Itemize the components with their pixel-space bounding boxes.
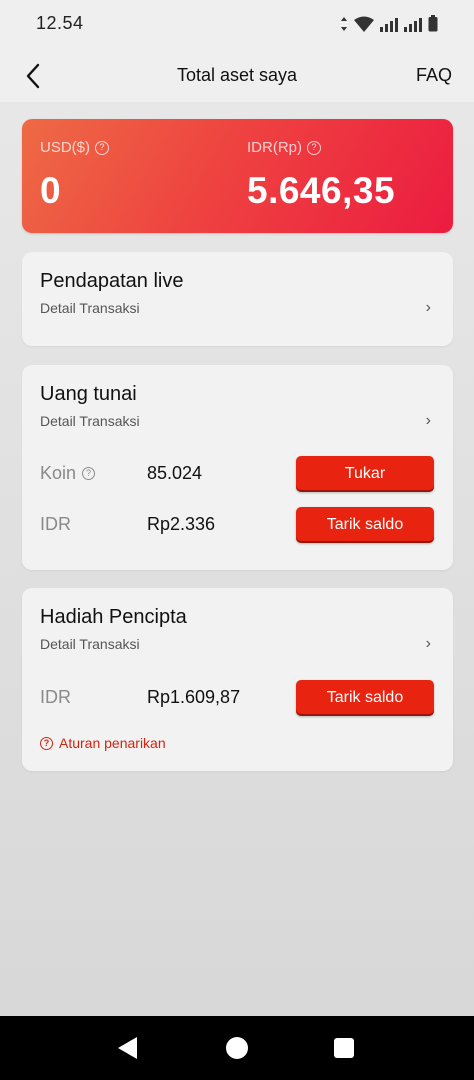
idr-value: 5.646,35 (247, 170, 396, 211)
creator-idr-label-text: IDR (40, 687, 71, 707)
creator-reward-card: Hadiah Pencipta Detail Transaksi › IDR R… (22, 588, 453, 771)
nav-back-icon[interactable] (118, 1037, 137, 1059)
cash-idr-label: IDR (40, 514, 71, 535)
cash-idr-label-text: IDR (40, 514, 71, 534)
chevron-right-icon[interactable]: › (426, 299, 431, 317)
signal-icon (380, 16, 398, 32)
status-icons (340, 14, 438, 32)
live-income-detail-link[interactable]: Detail Transaksi (40, 300, 140, 316)
nav-recents-icon[interactable] (334, 1038, 354, 1058)
creator-withdraw-button[interactable]: Tarik saldo (296, 680, 434, 716)
cash-title: Uang tunai (40, 383, 137, 405)
help-icon: ? (40, 736, 53, 750)
app-header: Total aset saya FAQ (0, 48, 474, 102)
creator-idr-label: IDR (40, 687, 71, 708)
chevron-right-icon[interactable]: › (426, 635, 431, 653)
exchange-button[interactable]: Tukar (296, 456, 434, 492)
idr-balance: IDR(Rp) ? 5.646,35 (247, 139, 395, 212)
withdraw-rules-label: Aturan penarikan (59, 735, 166, 751)
idr-label: IDR(Rp) (247, 139, 302, 156)
coin-value: 85.024 (147, 463, 203, 483)
screen: 12.54 Total aset saya FAQ USD($) ? 0 IDR… (0, 0, 474, 1080)
total-balance-card: USD($) ? 0 IDR(Rp) ? 5.646,35 (22, 119, 453, 233)
creator-reward-detail-link[interactable]: Detail Transaksi (40, 636, 140, 652)
creator-idr-value: Rp1.609,87 (147, 687, 241, 707)
wifi-icon (354, 16, 374, 32)
live-income-title: Pendapatan live (40, 270, 184, 292)
data-arrows-icon (341, 17, 347, 31)
live-income-card[interactable]: Pendapatan live Detail Transaksi › (22, 252, 453, 346)
cash-idr-value: Rp2.336 (147, 514, 216, 534)
usd-label-row: USD($) ? (40, 139, 110, 156)
usd-value: 0 (40, 170, 62, 211)
cash-detail-link[interactable]: Detail Transaksi (40, 413, 140, 429)
nav-home-icon[interactable] (226, 1037, 248, 1059)
creator-reward-title: Hadiah Pencipta (40, 606, 187, 628)
faq-button[interactable]: FAQ (416, 65, 452, 86)
usd-help-icon[interactable]: ? (95, 140, 110, 155)
status-bar: 12.54 (0, 0, 474, 48)
cash-card: Uang tunai Detail Transaksi › Koin ? 85.… (22, 365, 453, 570)
cash-withdraw-button[interactable]: Tarik saldo (296, 507, 434, 543)
system-nav-bar (0, 1016, 474, 1080)
coin-label: Koin (40, 463, 77, 483)
chevron-right-icon[interactable]: › (426, 412, 431, 430)
signal-2-icon (404, 16, 422, 32)
coin-help-icon[interactable]: ? (82, 467, 96, 480)
page-title: Total aset saya (176, 65, 298, 85)
usd-label: USD($) (40, 139, 91, 156)
idr-help-icon[interactable]: ? (307, 140, 321, 155)
idr-label-row: IDR(Rp) ? (247, 139, 395, 156)
coin-label-row: Koin ? (40, 463, 96, 484)
status-time: 12.54 (36, 13, 84, 33)
usd-balance: USD($) ? 0 (40, 139, 110, 212)
battery-icon (428, 15, 438, 32)
withdraw-rules-link[interactable]: ? Aturan penarikan (40, 735, 166, 751)
